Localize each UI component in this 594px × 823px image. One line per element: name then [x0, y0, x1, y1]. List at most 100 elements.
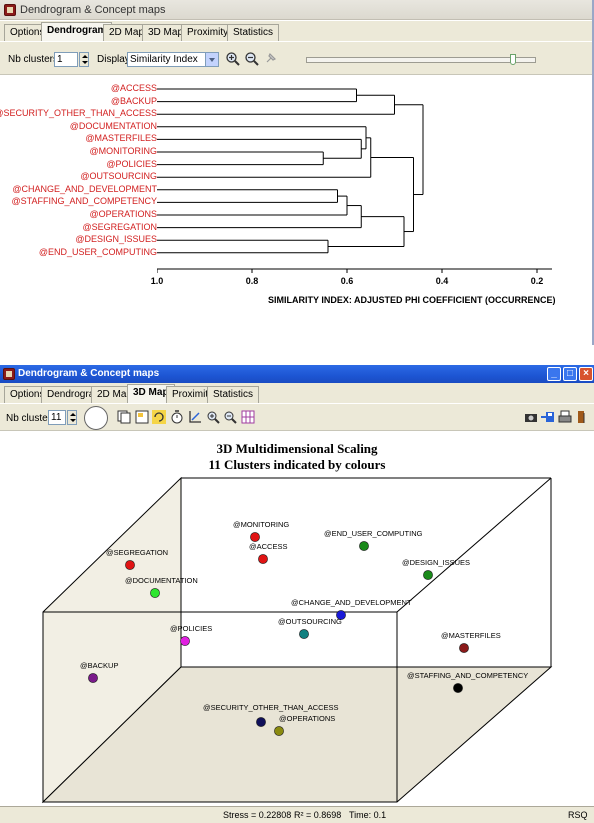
tab-statistics[interactable]: Statistics — [207, 386, 260, 403]
dendrogram-leaf-label: @MASTERFILES — [85, 133, 157, 144]
app-icon — [4, 4, 16, 16]
scatter-point[interactable] — [359, 541, 369, 551]
plot-title: 3D Multidimensional Scaling — [216, 441, 378, 456]
dendrogram-leaf-label: @DESIGN_ISSUES — [75, 234, 157, 245]
3d-scatter-plot[interactable]: @MONITORING @ACCESS @END_USER_COMPUTING @SE… — [0, 465, 594, 805]
dendrogram-leaf-label: @MONITORING — [89, 146, 157, 156]
exit-icon[interactable] — [574, 410, 590, 426]
pin-icon[interactable] — [263, 51, 279, 67]
scatter-point-label: @OPERATIONS — [279, 714, 335, 723]
zoom-slider-thumb[interactable] — [510, 54, 516, 65]
scatter-point-label: @STAFFING_AND_COMPETENCY — [407, 671, 528, 680]
zoom-out-icon[interactable] — [222, 410, 238, 426]
scatter-point[interactable] — [256, 717, 266, 727]
dendrogram-leaf-label: @SECURITY_OTHER_THAN_ACCESS — [0, 108, 157, 119]
scatter-point-label: @SECURITY_OTHER_THAN_ACCESS — [203, 703, 339, 712]
tab-statistics[interactable]: Statistics — [227, 24, 280, 41]
dendrogram-leaf-labels: @ACCESS @BACKUP @SECURITY_OTHER_THAN_ACCES… — [0, 80, 157, 265]
dendrogram-axis-ticks: 1.0 0.8 0.6 0.4 0.2 — [0, 276, 594, 290]
status-bar: Stress = 0.22808 R² = 0.8698 Time: 0.1 R… — [0, 806, 594, 823]
scatter-point[interactable] — [88, 673, 98, 683]
dendrogram-leaf-label: @ACCESS — [110, 83, 157, 93]
rotation-dial[interactable] — [84, 406, 108, 430]
clusters-label: Nb clusters: — [8, 54, 61, 65]
scatter-point-label: @BACKUP — [80, 661, 118, 670]
clusters-stepper[interactable] — [67, 410, 77, 425]
dendrogram-leaf-label: @DOCUMENTATION — [69, 120, 157, 131]
scatter-point-label: @MASTERFILES — [441, 631, 501, 640]
box-edge — [396, 477, 552, 613]
scatter-point-label: @POLICIES — [170, 624, 212, 633]
status-time: Time: 0.1 — [349, 810, 387, 820]
scatter-point[interactable] — [125, 560, 135, 570]
dendrogram-leaf-label: @SEGREGATION — [82, 221, 157, 232]
display-select-value: Similarity Index — [130, 54, 198, 65]
maximize-button[interactable]: □ — [563, 367, 577, 381]
tab-bar: Options Dendrogram 2D Map 3D Map Proximi… — [0, 383, 594, 404]
grid-icon[interactable] — [240, 410, 256, 426]
scatter-point[interactable] — [250, 532, 260, 542]
window-title: Dendrogram & Concept maps — [18, 368, 160, 379]
dendrogram-leaf-label: @CHANGE_AND_DEVELOPMENT — [12, 183, 157, 194]
scatter-point-label: @SEGREGATION — [106, 548, 168, 557]
print-icon[interactable] — [557, 410, 573, 426]
scatter-point[interactable] — [180, 636, 190, 646]
status-stress: Stress = 0.22808 — [223, 810, 292, 820]
dendrogram-leaf-label: @OPERATIONS — [89, 209, 157, 219]
clusters-input[interactable]: 1 — [54, 52, 78, 67]
scatter-point-label: @OUTSOURCING — [278, 617, 342, 626]
scatter-point-label: @CHANGE_AND_DEVELOPMENT — [291, 598, 412, 607]
toolbar: Nb clusters: 1 Display: Similarity Index — [0, 41, 592, 75]
axis-tick-label: 0.6 — [340, 276, 354, 286]
tab-bar: Options Dendrogram 2D Map 3D Map Proximi… — [0, 21, 592, 42]
window-titlebar[interactable]: Dendrogram & Concept maps — [0, 0, 592, 20]
scatter-point[interactable] — [274, 726, 284, 736]
scatter-point[interactable] — [299, 629, 309, 639]
rotate-icon[interactable] — [151, 410, 167, 426]
display-select[interactable]: Similarity Index — [127, 52, 219, 67]
zoom-in-icon[interactable] — [205, 410, 221, 426]
zoom-out-icon[interactable] — [244, 51, 260, 67]
dendrogram-window: Dendrogram & Concept maps Options Dendro… — [0, 0, 594, 345]
zoom-slider[interactable] — [306, 57, 536, 63]
toolbar: Nb clusters: 11 — [0, 403, 594, 431]
save-icon[interactable] — [540, 410, 556, 426]
scatter-point[interactable] — [453, 683, 463, 693]
status-rsq: R² = 0.8698 — [294, 810, 342, 820]
dendrogram-axis-title: SIMILARITY INDEX: ADJUSTED PHI COEFFICIE… — [268, 295, 556, 305]
scatter-point-label: @MONITORING — [233, 520, 289, 529]
scatter-point-label: @DESIGN_ISSUES — [402, 558, 470, 567]
scatter-point[interactable] — [423, 570, 433, 580]
clusters-input[interactable]: 11 — [48, 410, 66, 425]
dendrogram-tree — [157, 88, 552, 273]
axis-tick-label: 1.0 — [150, 276, 164, 286]
dendrogram-leaf-label: @STAFFING_AND_COMPETENCY — [11, 196, 158, 207]
3d-map-window: Dendrogram & Concept maps _ □ × Options … — [0, 365, 594, 823]
dendrogram-leaf-label: @END_USER_COMPUTING — [38, 246, 157, 257]
scatter-point[interactable] — [459, 643, 469, 653]
app-icon — [3, 368, 15, 380]
axes-icon[interactable] — [187, 410, 203, 426]
camera-icon[interactable] — [523, 410, 539, 426]
minimize-button[interactable]: _ — [547, 367, 561, 381]
status-mode: RSQ — [568, 810, 588, 820]
scatter-point[interactable] — [150, 588, 160, 598]
copy-icon[interactable] — [116, 410, 132, 426]
dendrogram-leaf-label: @POLICIES — [106, 158, 157, 169]
window-titlebar[interactable]: Dendrogram & Concept maps _ □ × — [0, 365, 594, 383]
clusters-stepper[interactable] — [79, 52, 89, 67]
tab-dendrogram[interactable]: Dendrogram — [41, 22, 113, 42]
window-title: Dendrogram & Concept maps — [20, 4, 166, 16]
dendrogram-leaf-label: @OUTSOURCING — [80, 171, 157, 182]
axis-tick-label: 0.2 — [530, 276, 544, 286]
axis-tick-label: 0.8 — [245, 276, 259, 286]
labels-icon[interactable] — [134, 410, 150, 426]
scatter-point-label: @ACCESS — [249, 542, 287, 551]
scatter-point-label: @DOCUMENTATION — [125, 576, 198, 585]
zoom-in-icon[interactable] — [225, 51, 241, 67]
dendrogram-leaf-label: @BACKUP — [110, 95, 157, 106]
timer-icon[interactable] — [169, 410, 185, 426]
scatter-point[interactable] — [258, 554, 268, 564]
close-button[interactable]: × — [579, 367, 593, 381]
axis-tick-label: 0.4 — [435, 276, 449, 286]
